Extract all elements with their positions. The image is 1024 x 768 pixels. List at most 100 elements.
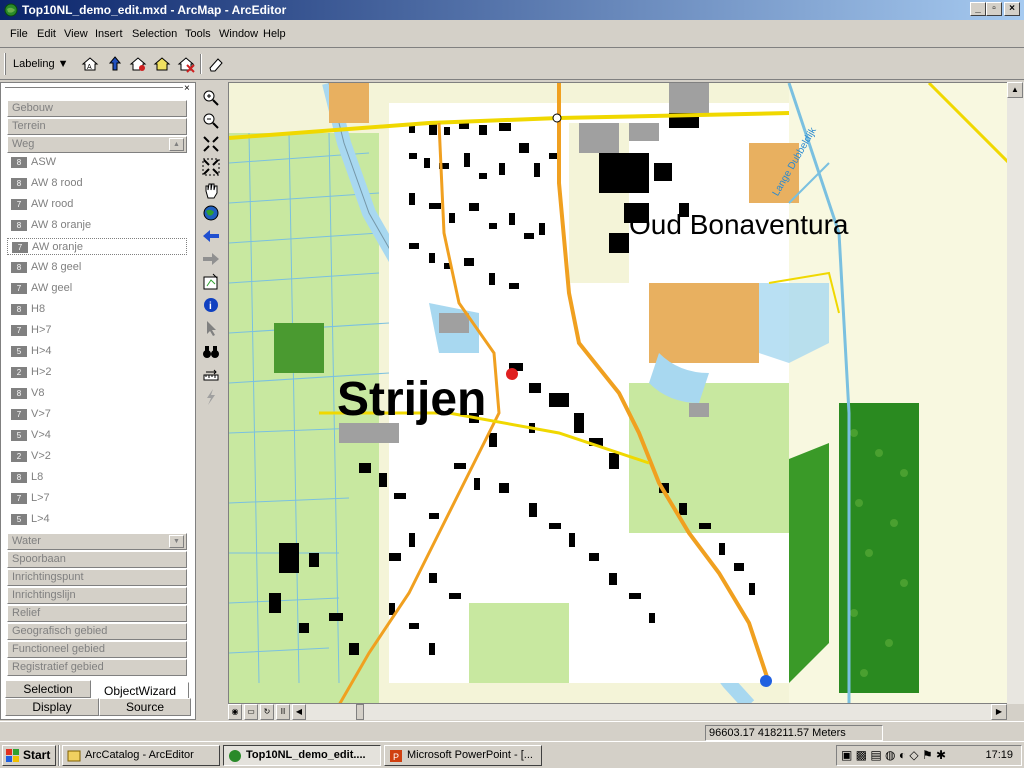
tray-icons[interactable]: ▣ ▩ ▤ ◍ ◐ ◇ ⚑ ✱ (841, 748, 946, 762)
expand-arrow-icon[interactable]: ▼ (169, 535, 184, 548)
toc-group-item[interactable]: Inrichtingslijn (7, 587, 187, 604)
refresh-view-button[interactable]: ↻ (260, 704, 274, 720)
toc-label: Weg (12, 138, 35, 150)
close-button[interactable]: × (1004, 2, 1020, 16)
toc-group-item[interactable]: Water ▼ (7, 533, 187, 550)
find-binoculars-icon[interactable] (201, 341, 221, 361)
toc-grip[interactable] (5, 87, 183, 90)
toc-layer-item[interactable]: 7 V>7 (7, 406, 187, 423)
task-powerpoint[interactable]: P Microsoft PowerPoint - [... (384, 745, 542, 766)
toc-label: H>4 (31, 345, 52, 357)
select-elements-arrow-icon[interactable] (201, 318, 221, 338)
identify-icon[interactable]: i (201, 295, 221, 315)
menu-insert[interactable]: Insert (95, 28, 123, 40)
map-view[interactable]: Strijen Oud Bonaventura Lange Dubbeldijk (228, 82, 1008, 704)
layout-view-button[interactable]: ▭ (244, 704, 258, 720)
pause-drawing-button[interactable]: II (276, 704, 290, 720)
minimize-button[interactable]: _ (970, 2, 986, 16)
menu-file[interactable]: File (10, 28, 28, 40)
toc-group-item[interactable]: Spoorbaan (7, 551, 187, 568)
toc-group-item[interactable]: Registratief gebied (7, 659, 187, 676)
menu-edit[interactable]: Edit (37, 28, 56, 40)
hyperlink-lightning-icon[interactable] (201, 387, 221, 407)
start-button[interactable]: Start (2, 745, 56, 766)
toc-layer-item[interactable]: 8 AW 8 geel (7, 259, 187, 276)
toc-label: Inrichtingslijn (12, 589, 76, 601)
toc-group-item[interactable]: Geografisch gebied (7, 623, 187, 640)
label-up-arrow-icon[interactable] (105, 54, 125, 74)
toc-label: V>2 (31, 450, 51, 462)
toc-layer-item[interactable]: 5 H>4 (7, 343, 187, 360)
vertical-scrollbar[interactable]: ▲ (1007, 82, 1024, 704)
layer-symbol-icon: 8 (11, 472, 27, 483)
back-arrow-icon[interactable] (201, 226, 221, 246)
measure-icon[interactable] (201, 364, 221, 384)
tab-selection[interactable]: Selection (5, 680, 91, 698)
toc-label: Geografisch gebied (12, 625, 108, 637)
toc-layer-item[interactable]: 8 ASW (7, 154, 187, 171)
toc-layer-item[interactable]: 8 V8 (7, 385, 187, 402)
zoom-in-icon[interactable] (201, 88, 221, 108)
full-extent-globe-icon[interactable] (201, 203, 221, 223)
label-house-red-icon[interactable] (128, 54, 148, 74)
collapse-arrow-icon[interactable]: ▲ (169, 138, 184, 151)
menu-selection[interactable]: Selection (132, 28, 177, 40)
fixed-zoom-in-icon[interactable] (201, 134, 221, 154)
hscroll-thumb[interactable] (356, 704, 364, 720)
select-features-icon[interactable] (201, 272, 221, 292)
toc-label: H8 (31, 303, 46, 315)
forward-arrow-icon[interactable] (201, 249, 221, 269)
toc-layer-item[interactable]: 8 AW 8 oranje (7, 217, 187, 234)
tab-display[interactable]: Display (5, 698, 99, 716)
scroll-left-button[interactable]: ◀ (292, 704, 306, 720)
toc-group-terrein[interactable]: Terrein (7, 118, 187, 135)
toc-layer-item[interactable]: 8 H8 (7, 301, 187, 318)
layer-symbol-icon: 2 (11, 451, 27, 462)
labeling-toolbar: Labeling ▼ A (0, 49, 1024, 80)
toc-group-item[interactable]: Functioneel gebied (7, 641, 187, 658)
toc-group-gebouw[interactable]: Gebouw (7, 100, 187, 117)
map-canvas[interactable]: Strijen Oud Bonaventura Lange Dubbeldijk (229, 83, 1008, 704)
scroll-right-button[interactable]: ▶ (991, 704, 1007, 720)
toc-layer-item[interactable]: 5 V>4 (7, 427, 187, 444)
menu-help[interactable]: Help (263, 28, 286, 40)
menu-tools[interactable]: Tools (185, 28, 211, 40)
toc-close-icon[interactable]: × (184, 83, 190, 94)
toc-layer-item[interactable]: 7 H>7 (7, 322, 187, 339)
powerpoint-icon: P (390, 750, 402, 762)
toc-layer-item[interactable]: 7 AW rood (7, 196, 187, 213)
pan-hand-icon[interactable] (201, 180, 221, 200)
scroll-up-button[interactable]: ▲ (1007, 82, 1023, 98)
menu-view[interactable]: View (64, 28, 88, 40)
tab-source[interactable]: Source (99, 698, 191, 716)
fixed-zoom-out-icon[interactable] (201, 157, 221, 177)
horizontal-scrollbar[interactable]: ◉ ▭ ↻ II ◀ ▶ (228, 704, 1007, 720)
toc-layer-item[interactable]: 7 L>7 (7, 490, 187, 507)
toc-layer-item[interactable]: 8 AW 8 rood (7, 175, 187, 192)
eraser-icon[interactable] (206, 54, 226, 74)
label-delete-icon[interactable] (176, 54, 196, 74)
toc-group-item[interactable]: Relief (7, 605, 187, 622)
svg-text:P: P (393, 752, 399, 762)
toc-layer-item[interactable]: 2 H>2 (7, 364, 187, 381)
toc-layer-item[interactable]: 2 V>2 (7, 448, 187, 465)
tools-toolbar: i (197, 82, 225, 720)
maximize-button[interactable]: ▫ (986, 2, 1002, 16)
toc-layer-item[interactable]: 5 L>4 (7, 511, 187, 528)
toc-layer-item[interactable]: 7 AW geel (7, 280, 187, 297)
labeling-dropdown[interactable]: Labeling ▼ (13, 58, 69, 70)
label-house-icon[interactable]: A (80, 54, 100, 74)
toc-layer-item[interactable]: 7 AW oranje (7, 238, 187, 255)
data-view-button[interactable]: ◉ (228, 704, 242, 720)
zoom-out-icon[interactable] (201, 111, 221, 131)
menu-window[interactable]: Window (219, 28, 258, 40)
task-arcmap[interactable]: Top10NL_demo_edit.... (223, 745, 381, 766)
label-house-yellow-icon[interactable] (152, 54, 172, 74)
task-arccatalog[interactable]: ArcCatalog - ArcEditor (62, 745, 220, 766)
toc-group-item[interactable]: Inrichtingspunt (7, 569, 187, 586)
status-coordinates: 96603.17 418211.57 Meters (705, 725, 883, 741)
forest-east (839, 403, 919, 693)
toc-layer-item[interactable]: 8 L8 (7, 469, 187, 486)
title-bar: Top10NL_demo_edit.mxd - ArcMap - ArcEdit… (0, 0, 1024, 20)
toc-group-weg[interactable]: Weg ▲ (7, 136, 187, 153)
